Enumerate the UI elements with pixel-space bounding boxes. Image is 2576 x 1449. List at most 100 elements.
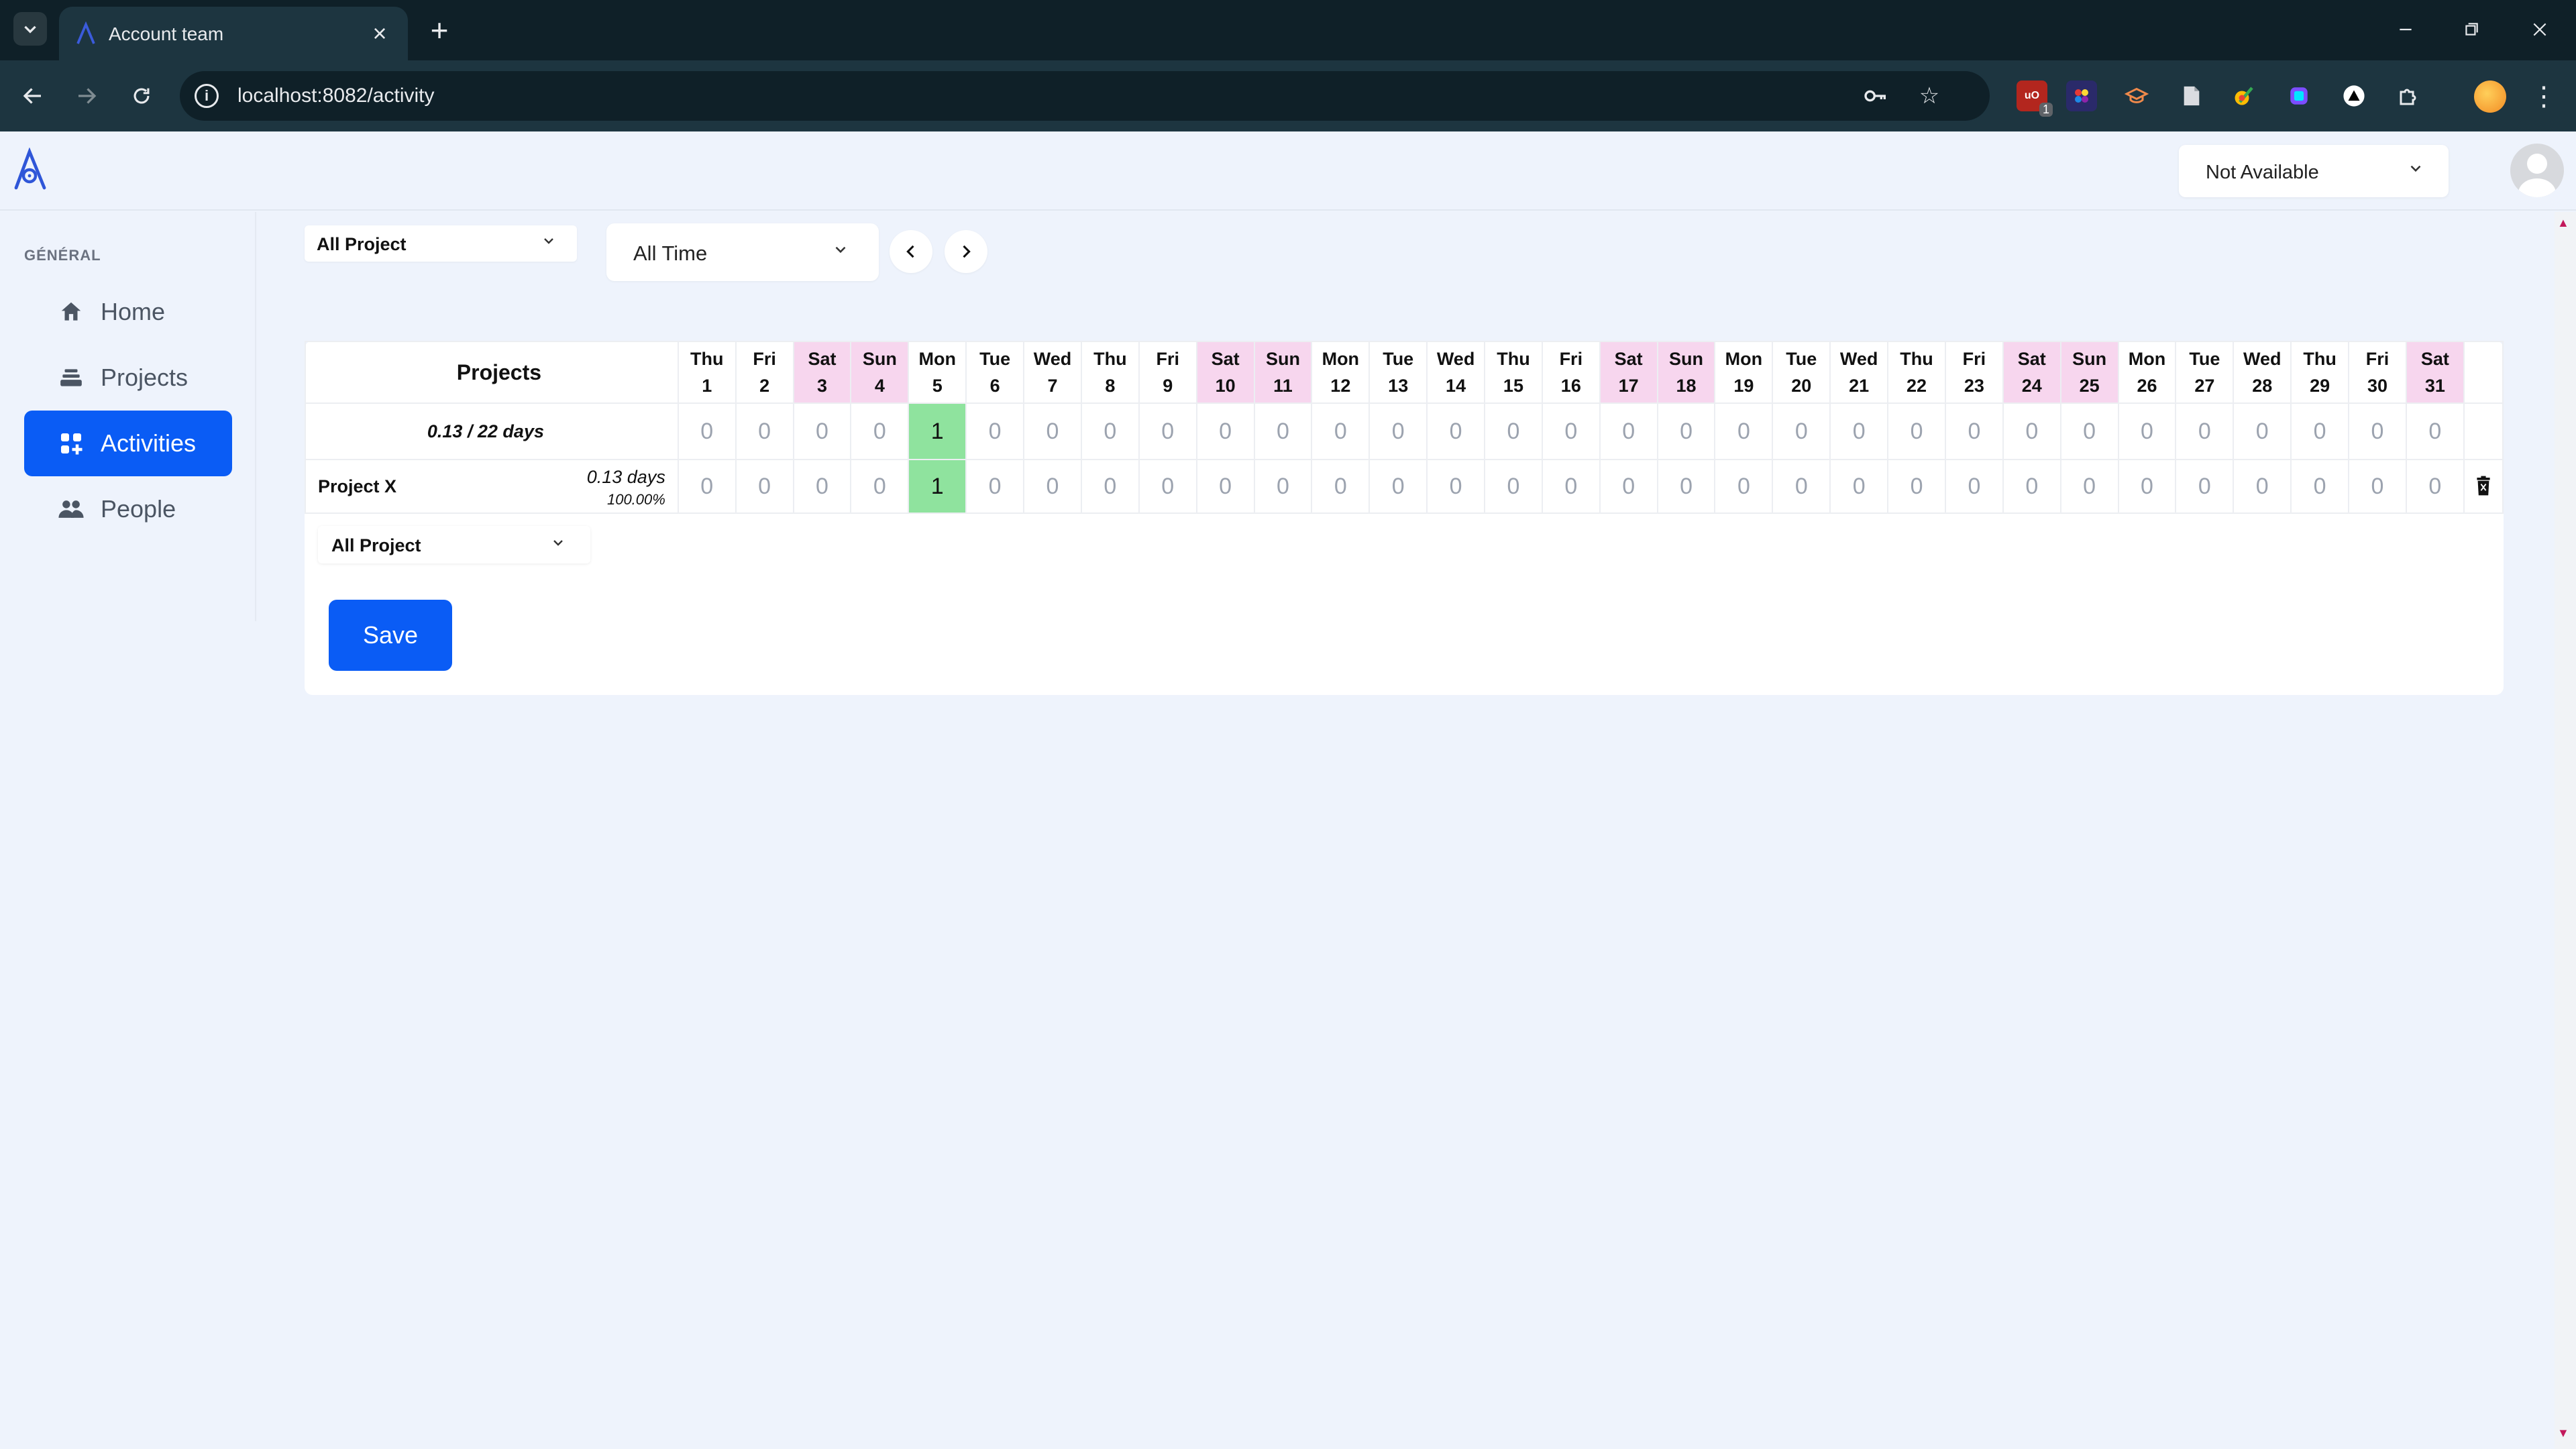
summary-day-cell: 0 [1368, 402, 1428, 460]
day-of-week: Sat [1614, 349, 1643, 369]
back-button[interactable] [13, 76, 52, 115]
previous-period-button[interactable] [890, 230, 932, 273]
day-number: 14 [1446, 376, 1466, 396]
add-project-select[interactable]: All Project [318, 526, 590, 564]
project-day-cell[interactable]: 0 [2059, 459, 2119, 514]
project-day-cell[interactable]: 0 [1944, 459, 2004, 514]
extension-palette-icon[interactable] [2066, 80, 2097, 111]
project-day-cell[interactable]: 0 [792, 459, 852, 514]
project-filter-value: All Project [317, 234, 407, 254]
availability-select[interactable]: Not Available [2179, 145, 2449, 197]
project-day-cell[interactable]: 0 [2405, 459, 2465, 514]
project-day-cell[interactable]: 0 [1368, 459, 1428, 514]
project-day-cell[interactable]: 0 [677, 459, 737, 514]
project-day-cell[interactable]: 0 [1023, 459, 1082, 514]
scroll-up-icon[interactable]: ▲ [2557, 216, 2569, 230]
sidebar-item-people[interactable]: People [24, 476, 232, 542]
close-tab-icon[interactable]: × [365, 19, 394, 48]
page-scrollbar[interactable] [2555, 212, 2576, 1449]
project-percent: 100.00% [606, 491, 665, 508]
project-day-cell[interactable]: 0 [2233, 459, 2292, 514]
chevron-down-icon [832, 241, 849, 264]
address-bar[interactable]: i localhost:8082/activity ☆ [180, 71, 1990, 121]
project-day-cell[interactable]: 0 [1426, 459, 1486, 514]
extension-colorful-icon[interactable] [2284, 80, 2314, 111]
url-text[interactable]: localhost:8082/activity [237, 85, 435, 107]
day-number: 7 [1047, 376, 1058, 396]
summary-day-cell: 0 [1426, 402, 1486, 460]
project-day-cell[interactable]: 0 [1541, 459, 1601, 514]
close-window-icon[interactable] [2520, 9, 2560, 50]
next-period-button[interactable] [945, 230, 987, 273]
chevron-down-icon [24, 25, 36, 34]
extension-triangle-icon[interactable] [2339, 80, 2369, 111]
forward-button[interactable] [67, 76, 106, 115]
summary-day-cell: 0 [1656, 402, 1716, 460]
project-day-cell[interactable]: 0 [2117, 459, 2177, 514]
tab-search-button[interactable] [13, 12, 47, 46]
browser-tab-strip: Account team × + [0, 0, 2576, 60]
app-logo-icon[interactable] [12, 148, 48, 191]
day-of-week: Mon [2128, 349, 2166, 369]
project-day-cell[interactable]: 0 [2290, 459, 2350, 514]
project-day-cell[interactable]: 0 [965, 459, 1025, 514]
project-day-cell[interactable]: 0 [1080, 459, 1140, 514]
app-favicon-icon [76, 21, 95, 44]
project-day-cell[interactable]: 0 [1138, 459, 1197, 514]
summary-day-cell: 0 [1772, 402, 1831, 460]
browser-menu-icon[interactable]: ⋮ [2530, 76, 2557, 117]
project-day-cell[interactable]: 0 [2175, 459, 2235, 514]
user-avatar[interactable] [2510, 144, 2564, 197]
browser-profile-avatar[interactable] [2474, 80, 2506, 113]
save-button[interactable]: Save [329, 600, 452, 671]
project-day-cell[interactable]: 0 [735, 459, 794, 514]
summary-actions-cell [2463, 402, 2504, 460]
summary-day-cell: 0 [2059, 402, 2119, 460]
day-number: 5 [932, 376, 943, 396]
project-day-cell[interactable]: 0 [1484, 459, 1543, 514]
sidebar-item-activities[interactable]: Activities [24, 411, 232, 476]
day-number: 26 [2137, 376, 2157, 396]
summary-day-cell: 0 [2348, 402, 2407, 460]
restore-window-icon[interactable] [2451, 9, 2491, 50]
project-day-cell[interactable]: 0 [1599, 459, 1658, 514]
day-number: 19 [1733, 376, 1754, 396]
day-number: 13 [1388, 376, 1409, 396]
day-number: 3 [816, 376, 827, 396]
extension-ublock-icon[interactable]: uO 1 [2017, 80, 2053, 117]
project-day-cell[interactable]: 0 [1887, 459, 1946, 514]
scroll-down-icon[interactable]: ▼ [2557, 1426, 2569, 1440]
new-tab-button[interactable]: + [423, 13, 456, 48]
project-day-cell[interactable]: 0 [1772, 459, 1831, 514]
extension-hat-icon[interactable] [2121, 80, 2152, 111]
project-day-cell[interactable]: 0 [2002, 459, 2061, 514]
site-info-icon[interactable]: i [195, 84, 219, 108]
browser-tab[interactable]: Account team × [59, 7, 408, 60]
summary-row: 0.13 / 22 days 0000100000000000000000000… [305, 402, 2504, 460]
project-day-cell[interactable]: 0 [1656, 459, 1716, 514]
project-filter-select[interactable]: All Project [305, 225, 577, 262]
extensions-puzzle-icon[interactable] [2394, 80, 2424, 111]
reload-button[interactable] [122, 76, 161, 115]
minimize-window-icon[interactable] [2385, 9, 2426, 50]
password-key-icon[interactable] [1861, 81, 1890, 111]
day-of-week: Thu [690, 349, 724, 369]
project-day-cell[interactable]: 0 [2348, 459, 2407, 514]
project-day-cell[interactable]: 0 [1195, 459, 1255, 514]
extension-document-icon[interactable] [2176, 80, 2207, 111]
project-day-cell[interactable]: 0 [1253, 459, 1313, 514]
project-day-cell[interactable]: 0 [1714, 459, 1774, 514]
sidebar-item-home[interactable]: Home [24, 279, 232, 345]
day-of-week: Fri [1962, 349, 1986, 369]
bookmark-star-icon[interactable]: ☆ [1915, 81, 1944, 111]
day-of-week: Sun [1669, 349, 1704, 369]
extension-brush-icon[interactable] [2229, 80, 2259, 111]
project-day-cell[interactable]: 0 [1829, 459, 1889, 514]
day-of-week: Sat [1211, 349, 1240, 369]
period-filter-select[interactable]: All Time [606, 223, 879, 281]
project-day-cell[interactable]: 0 [850, 459, 910, 514]
project-day-cell[interactable]: 1 [908, 459, 967, 514]
project-day-cell[interactable]: 0 [1311, 459, 1371, 514]
delete-row-button[interactable] [2463, 459, 2504, 514]
sidebar-item-projects[interactable]: Projects [24, 345, 232, 411]
